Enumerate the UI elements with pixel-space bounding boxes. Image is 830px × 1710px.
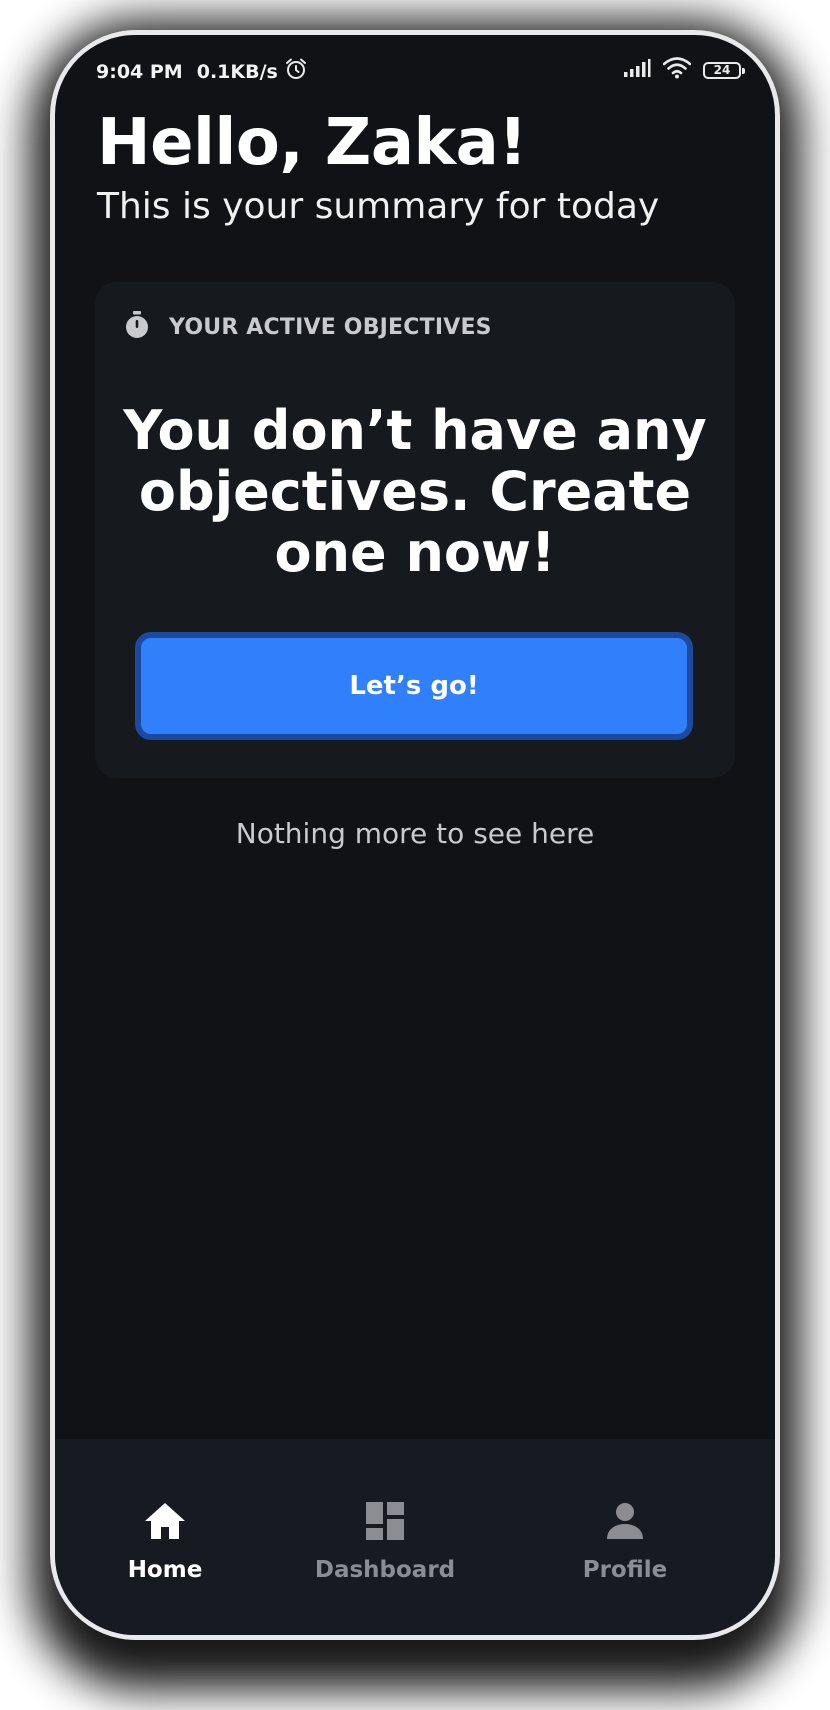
nav-item-dashboard[interactable]: Dashboard [305, 1501, 465, 1583]
signal-icon [623, 59, 651, 81]
home-icon [143, 1501, 187, 1545]
person-icon [605, 1501, 645, 1545]
alarm-icon [284, 57, 308, 86]
status-bar-right: 24 [623, 57, 745, 83]
status-bar-left: 9:04 PM 0.1KB/s [96, 57, 308, 86]
nothing-more-note: Nothing more to see here [235, 817, 595, 850]
nav-item-profile[interactable]: Profile [570, 1501, 680, 1583]
battery-icon: 24 [703, 61, 745, 79]
greeting-title: Hello, Zaka! [97, 106, 527, 180]
summary-subtitle: This is your summary for today [97, 186, 660, 227]
active-objectives-card: YOUR ACTIVE OBJECTIVES You don’t have an… [95, 282, 735, 778]
status-network-speed: 0.1KB/s [196, 60, 278, 83]
create-objective-button[interactable]: Let’s go! [135, 632, 693, 740]
nav-item-home[interactable]: Home [105, 1501, 225, 1583]
nav-label-home: Home [127, 1557, 203, 1583]
app-screen: 9:04 PM 0.1KB/s 24 Hello, Zaka! This is … [55, 35, 775, 1635]
status-bar: 9:04 PM 0.1KB/s 24 [55, 35, 775, 115]
create-objective-button-label: Let’s go! [349, 671, 479, 701]
nav-label-profile: Profile [582, 1557, 668, 1583]
phone-frame: 9:04 PM 0.1KB/s 24 Hello, Zaka! This is … [50, 30, 780, 1640]
nav-label-dashboard: Dashboard [314, 1557, 456, 1583]
stopwatch-icon [123, 310, 151, 344]
battery-level: 24 [713, 63, 731, 77]
card-title: YOUR ACTIVE OBJECTIVES [169, 314, 492, 340]
dashboard-icon [365, 1501, 405, 1545]
empty-objectives-message: You don’t have any objectives. Create on… [123, 399, 707, 584]
wifi-icon [662, 57, 692, 83]
status-time: 9:04 PM [96, 60, 183, 83]
card-header: YOUR ACTIVE OBJECTIVES [123, 310, 492, 344]
bottom-navigation: Home Dashboard Profile [55, 1439, 775, 1635]
